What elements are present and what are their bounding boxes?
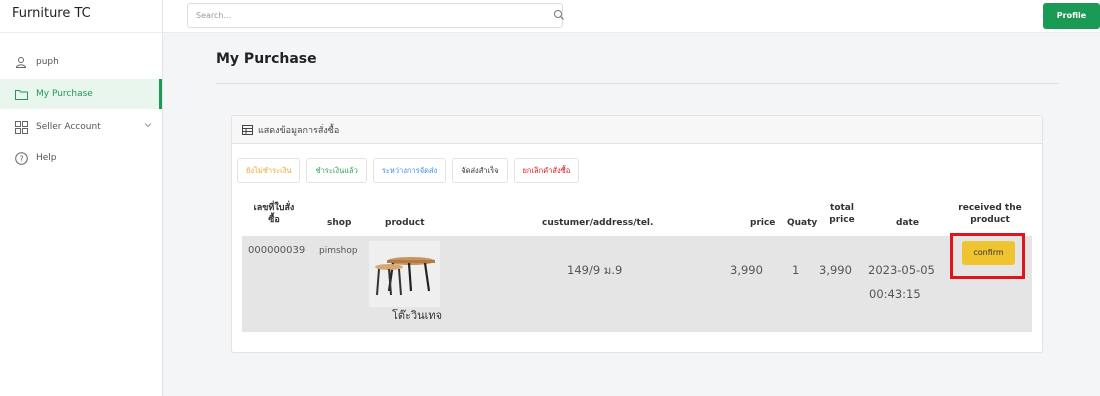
top-bar: Search... Profile bbox=[163, 0, 1100, 33]
chevron-down-icon[interactable] bbox=[144, 121, 152, 131]
order-number: 000000039 bbox=[248, 245, 306, 256]
column-header-line: เลขที่ใบสั่ง bbox=[253, 203, 295, 213]
column-header-price: price bbox=[750, 218, 776, 228]
column-header-shop: shop bbox=[327, 218, 352, 228]
total-price: 3,990 bbox=[819, 263, 852, 277]
product-name: โต๊ะวินเทจ bbox=[392, 309, 443, 322]
column-header-line: price bbox=[829, 215, 855, 225]
help-icon: ? bbox=[14, 151, 28, 165]
sidebar-item-label: Seller Account bbox=[36, 122, 101, 132]
column-header-line: ซื้อ bbox=[268, 215, 280, 225]
column-header-order-no: เลขที่ใบสั่ง ซื้อ bbox=[250, 202, 298, 226]
tab-delivered[interactable]: จัดส่งสำเร็จ bbox=[452, 158, 508, 183]
customer-address: 149/9 ม.9 bbox=[567, 263, 623, 277]
column-header-received: received the product bbox=[954, 202, 1026, 226]
shop-name: pimshop bbox=[319, 246, 358, 256]
column-header-line: product bbox=[970, 215, 1010, 225]
column-header-qty: Quaty bbox=[787, 218, 818, 228]
table-row bbox=[242, 236, 1032, 332]
tab-unpaid[interactable]: ยังไม่ชำระเงิน bbox=[237, 158, 301, 183]
brand-logo: Furniture TC bbox=[0, 0, 162, 33]
search-input[interactable]: Search... bbox=[187, 3, 563, 28]
profile-button[interactable]: Profile bbox=[1043, 3, 1100, 29]
item-price: 3,990 bbox=[730, 263, 763, 277]
item-quantity: 1 bbox=[792, 263, 800, 277]
order-date: 2023-05-05 bbox=[868, 263, 935, 277]
tab-shipping[interactable]: ระหว่างการจัดส่ง bbox=[372, 158, 447, 183]
divider bbox=[216, 83, 1058, 84]
sidebar-item-my-purchase[interactable]: My Purchase bbox=[0, 79, 162, 109]
column-header-customer: custumer/address/tel. bbox=[542, 218, 654, 228]
sidebar-item-help[interactable]: ? Help bbox=[0, 143, 162, 173]
status-tabs: ยังไม่ชำระเงิน ชำระเงินแล้ว ระหว่างการจั… bbox=[237, 158, 580, 183]
product-image bbox=[369, 241, 440, 307]
sidebar-item-seller-account[interactable]: Seller Account bbox=[0, 112, 162, 142]
card-header: แสดงข้อมูลการสั่งซื้อ bbox=[232, 116, 1042, 144]
sidebar-item-user[interactable]: puph bbox=[0, 47, 162, 77]
tab-cancelled[interactable]: ยกเลิกคำสั่งซื้อ bbox=[513, 158, 580, 183]
page-title: My Purchase bbox=[216, 51, 317, 67]
column-header-date: date bbox=[896, 218, 919, 228]
svg-text:?: ? bbox=[19, 154, 23, 163]
search-icon[interactable] bbox=[553, 6, 567, 20]
sidebar-item-label: puph bbox=[36, 57, 59, 67]
highlight-box bbox=[950, 233, 1025, 279]
sidebar: Furniture TC puph My Purchase Seller Acc… bbox=[0, 0, 163, 396]
column-header-product: product bbox=[385, 218, 425, 228]
order-time: 00:43:15 bbox=[869, 287, 921, 301]
sidebar-item-label: My Purchase bbox=[36, 89, 93, 99]
user-icon bbox=[14, 55, 28, 69]
orders-card: แสดงข้อมูลการสั่งซื้อ ยังไม่ชำระเงิน ชำร… bbox=[231, 115, 1043, 353]
tab-paid[interactable]: ชำระเงินแล้ว bbox=[306, 158, 367, 183]
folder-icon bbox=[14, 87, 28, 101]
card-title: แสดงข้อมูลการสั่งซื้อ bbox=[258, 125, 340, 136]
column-header-total-price: total price bbox=[827, 202, 857, 226]
column-header-line: total bbox=[830, 203, 854, 213]
sidebar-item-label: Help bbox=[36, 153, 57, 163]
column-header-line: received the bbox=[958, 203, 1022, 213]
grid-icon bbox=[14, 120, 28, 134]
table-icon bbox=[242, 124, 253, 135]
